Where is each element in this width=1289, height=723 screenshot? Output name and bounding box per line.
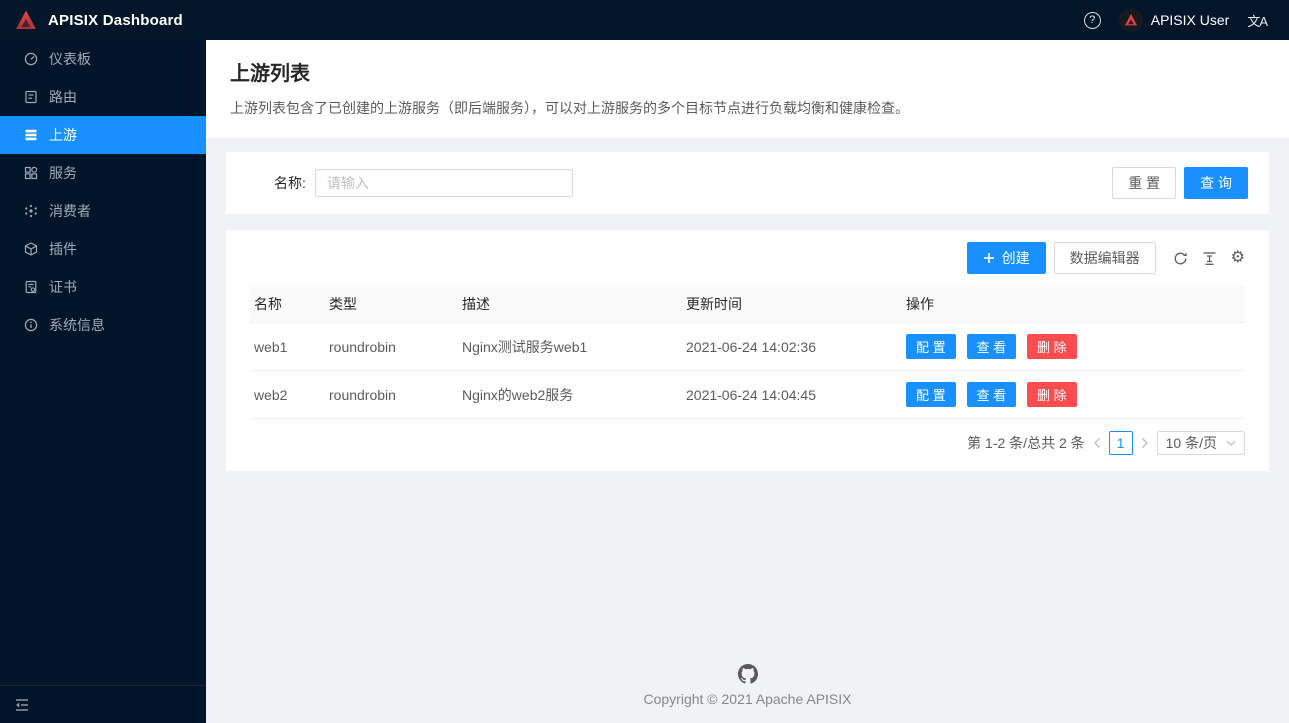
sidebar-item-consumers[interactable]: 消费者: [0, 192, 206, 230]
apisix-dashboard-app: APISIX Dashboard ? APISIX User 文A 仪表板 路由…: [0, 0, 1289, 723]
upstream-table: 名称 类型 描述 更新时间 操作 web1 roundrobin Nginx测试…: [250, 286, 1245, 419]
sidebar-item-dashboard[interactable]: 仪表板: [0, 40, 206, 78]
content-area: 名称: 重 置 查 询 创建 数据编辑器: [206, 138, 1289, 723]
sidebar-item-label: 路由: [49, 89, 77, 105]
table-toolbar: 创建 数据编辑器 ⚙: [250, 242, 1245, 274]
app-title: APISIX Dashboard: [48, 11, 183, 29]
route-icon: [25, 90, 37, 104]
cell-updated: 2021-06-24 14:02:36: [682, 322, 902, 371]
delete-button[interactable]: 删 除: [1027, 382, 1077, 407]
brand-logo-area[interactable]: APISIX Dashboard: [14, 8, 183, 32]
sidebar-item-label: 上游: [49, 127, 77, 143]
cell-actions: 配 置 查 看 删 除: [902, 322, 1245, 371]
page-description: 上游列表包含了已创建的上游服务（即后端服务），可以对上游服务的多个目标节点进行负…: [230, 100, 909, 116]
help-icon[interactable]: ?: [1083, 11, 1101, 29]
sidebar-item-label: 仪表板: [49, 51, 91, 67]
cell-updated: 2021-06-24 14:04:45: [682, 370, 902, 419]
menu-fold-icon: [16, 698, 28, 711]
delete-button[interactable]: 删 除: [1027, 334, 1077, 359]
sidebar-collapse-button[interactable]: [0, 685, 206, 723]
upstream-table-card: 创建 数据编辑器 ⚙ 名称 类型 描述 更新时间 操作 web1 roundro…: [226, 230, 1269, 471]
settings-gear-icon[interactable]: ⚙: [1231, 250, 1245, 266]
user-name: APISIX User: [1150, 12, 1230, 28]
cell-type: roundrobin: [325, 322, 458, 371]
user-menu[interactable]: APISIX User: [1118, 8, 1230, 32]
column-header-description: 描述: [458, 286, 682, 323]
sidebar-item-upstream[interactable]: 上游: [0, 116, 206, 154]
reload-icon[interactable]: [1173, 251, 1188, 266]
table-row: web2 roundrobin Nginx的web2服务 2021-06-24 …: [250, 370, 1245, 419]
page-title: 上游列表: [230, 63, 310, 85]
prev-page-icon[interactable]: [1093, 437, 1101, 449]
copyright-text: Copyright © 2021 Apache APISIX: [643, 691, 852, 707]
system-info-icon: [24, 318, 38, 332]
chevron-down-icon: [1226, 440, 1236, 447]
sidebar-item-label: 服务: [49, 165, 77, 181]
top-bar: APISIX Dashboard ? APISIX User 文A: [0, 0, 1289, 40]
reset-button[interactable]: 重 置: [1112, 167, 1177, 199]
pagination: 第 1-2 条/总共 2 条 1 10 条/页: [250, 431, 1245, 455]
sidebar-item-label: 插件: [49, 241, 77, 257]
cell-name: web2: [250, 370, 325, 419]
apisix-logo-icon: [16, 10, 36, 29]
configure-button[interactable]: 配 置: [906, 334, 956, 359]
sidebar-item-services[interactable]: 服务: [0, 154, 206, 192]
page-number-1[interactable]: 1: [1108, 431, 1133, 455]
page-size-value: 10 条/页: [1165, 435, 1217, 451]
search-actions: 重 置 查 询: [1112, 167, 1248, 199]
avatar: [1118, 8, 1143, 32]
table-header-row: 名称 类型 描述 更新时间 操作: [250, 286, 1245, 323]
cell-description: Nginx的web2服务: [458, 370, 682, 419]
translate-icon[interactable]: 文A: [1247, 11, 1268, 30]
sidebar-item-routes[interactable]: 路由: [0, 78, 206, 116]
next-page-icon[interactable]: [1141, 437, 1149, 449]
certificate-icon: [25, 280, 37, 294]
create-button[interactable]: 创建: [966, 242, 1046, 274]
plus-icon: [983, 253, 994, 263]
sidebar-menu: 仪表板 路由 上游 服务 消费者 插件 证书 系统信息: [0, 40, 206, 685]
sidebar-item-certificates[interactable]: 证书: [0, 268, 206, 306]
cell-actions: 配 置 查 看 删 除: [902, 370, 1245, 419]
dashboard-icon: [24, 52, 38, 66]
sidebar-item-system-info[interactable]: 系统信息: [0, 306, 206, 344]
column-header-name: 名称: [250, 286, 325, 323]
view-button[interactable]: 查 看: [966, 334, 1017, 359]
main-content: 上游列表 上游列表包含了已创建的上游服务（即后端服务），可以对上游服务的多个目标…: [206, 40, 1289, 723]
view-button[interactable]: 查 看: [966, 382, 1017, 407]
sidebar-item-plugins[interactable]: 插件: [0, 230, 206, 268]
cell-type: roundrobin: [325, 370, 458, 419]
page-footer: Copyright © 2021 Apache APISIX: [226, 664, 1269, 723]
consumer-icon: [25, 204, 37, 218]
create-button-label: 创建: [1001, 250, 1030, 266]
cell-description: Nginx测试服务web1: [458, 322, 682, 371]
data-editor-button[interactable]: 数据编辑器: [1053, 242, 1156, 274]
query-button[interactable]: 查 询: [1184, 167, 1248, 199]
column-header-updated: 更新时间: [682, 286, 902, 323]
top-bar-right: ? APISIX User 文A: [1083, 8, 1268, 32]
table-row: web1 roundrobin Nginx测试服务web1 2021-06-24…: [250, 322, 1245, 371]
configure-button[interactable]: 配 置: [906, 382, 956, 407]
pagination-total-text: 第 1-2 条/总共 2 条: [967, 435, 1085, 451]
page-size-select[interactable]: 10 条/页: [1156, 431, 1245, 455]
table-tool-icons: ⚙: [1173, 250, 1245, 266]
sidebar-item-label: 系统信息: [49, 317, 105, 333]
sidebar-item-label: 消费者: [49, 203, 91, 219]
sidebar: 仪表板 路由 上游 服务 消费者 插件 证书 系统信息: [0, 40, 206, 723]
page-header: 上游列表 上游列表包含了已创建的上游服务（即后端服务），可以对上游服务的多个目标…: [206, 40, 1289, 138]
column-header-type: 类型: [325, 286, 458, 323]
service-icon: [24, 166, 38, 180]
column-header-actions: 操作: [902, 286, 1245, 323]
upstream-icon: [25, 129, 37, 141]
density-icon[interactable]: [1202, 251, 1217, 266]
name-field-label: 名称:: [274, 175, 306, 191]
search-card: 名称: 重 置 查 询: [226, 152, 1269, 214]
github-icon[interactable]: [737, 664, 758, 684]
avatar-logo-icon: [1124, 14, 1137, 26]
sidebar-item-label: 证书: [49, 279, 77, 295]
name-search-input[interactable]: [314, 169, 573, 197]
cell-name: web1: [250, 322, 325, 371]
plugin-icon: [24, 242, 38, 256]
